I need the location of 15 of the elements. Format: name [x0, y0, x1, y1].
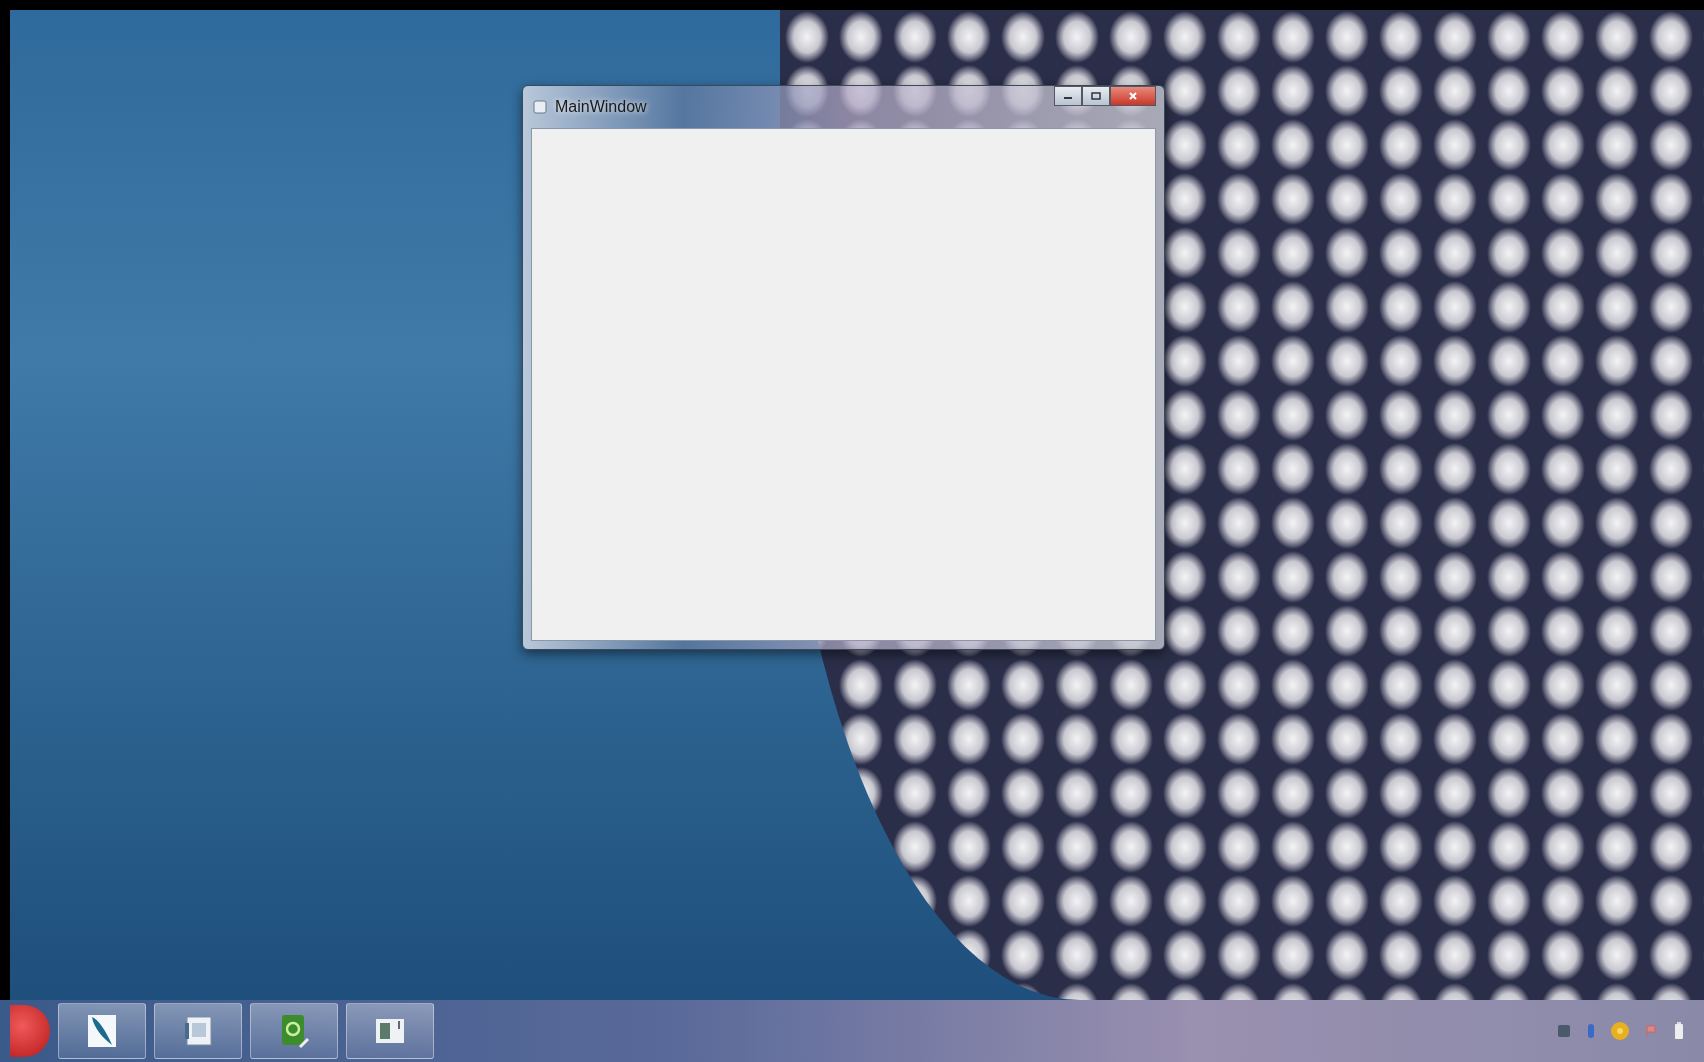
flag-icon: [1644, 1023, 1660, 1039]
start-button[interactable]: [10, 1005, 50, 1057]
close-button[interactable]: [1110, 86, 1156, 106]
close-icon: [1128, 91, 1138, 101]
taskbar-button[interactable]: [250, 1003, 338, 1059]
maximize-button[interactable]: [1082, 86, 1110, 106]
app-icon: [533, 100, 547, 114]
sun-icon: [1610, 1021, 1630, 1041]
taskbar-button[interactable]: [154, 1003, 242, 1059]
maximize-icon: [1091, 92, 1101, 100]
window-title: MainWindow: [555, 98, 647, 116]
taskbar-button[interactable]: [58, 1003, 146, 1059]
battery-icon: [1674, 1022, 1684, 1040]
taskbar-button[interactable]: [346, 1003, 434, 1059]
minimize-button[interactable]: [1054, 86, 1082, 106]
